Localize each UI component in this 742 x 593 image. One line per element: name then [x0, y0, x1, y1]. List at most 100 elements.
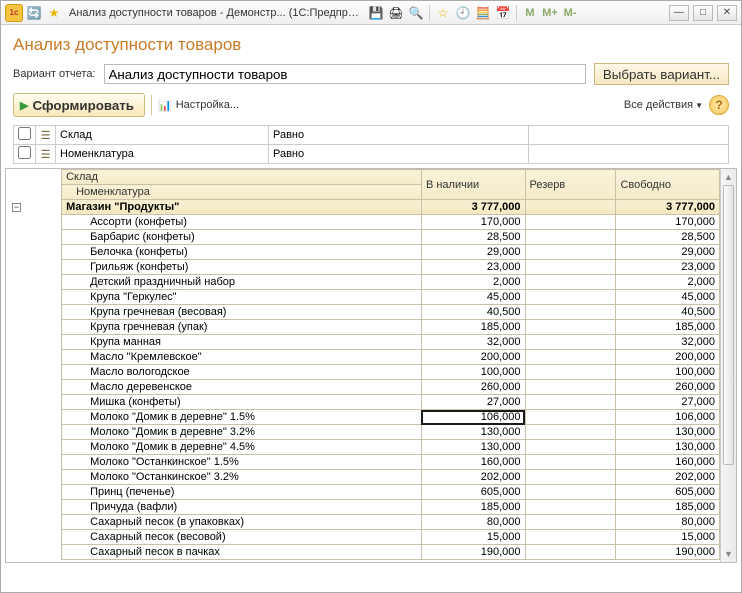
scroll-up-button[interactable]: ▲	[721, 169, 736, 185]
table-row[interactable]: Масло "Кремлевское"200,000200,000	[6, 350, 720, 365]
row-reserve[interactable]	[525, 305, 616, 320]
row-free[interactable]: 80,000	[616, 515, 720, 530]
row-in-stock[interactable]: 40,500	[421, 305, 525, 320]
calc-icon[interactable]: 🧮	[474, 4, 492, 22]
row-reserve[interactable]	[525, 320, 616, 335]
vertical-scrollbar[interactable]: ▲ ▼	[720, 169, 736, 562]
row-reserve[interactable]	[525, 530, 616, 545]
row-name[interactable]: Барбарис (конфеты)	[62, 230, 422, 245]
maximize-button[interactable]: □	[693, 5, 713, 21]
row-reserve[interactable]	[525, 545, 616, 560]
row-in-stock[interactable]: 80,000	[421, 515, 525, 530]
row-free[interactable]: 190,000	[616, 545, 720, 560]
row-reserve[interactable]	[525, 395, 616, 410]
row-reserve[interactable]	[525, 350, 616, 365]
row-in-stock[interactable]: 200,000	[421, 350, 525, 365]
memory-m-button[interactable]: M	[521, 4, 539, 22]
header-free[interactable]: Свободно	[616, 170, 720, 200]
row-free[interactable]: 202,000	[616, 470, 720, 485]
row-name[interactable]: Молоко "Останкинское" 1.5%	[62, 455, 422, 470]
table-row[interactable]: Молоко "Останкинское" 1.5%160,000160,000	[6, 455, 720, 470]
row-name[interactable]: Молоко "Домик в деревне" 1.5%	[62, 410, 422, 425]
all-actions-link[interactable]: Все действия ▼	[624, 99, 703, 111]
row-free[interactable]: 200,000	[616, 350, 720, 365]
table-row[interactable]: Масло деревенское260,000260,000	[6, 380, 720, 395]
filter-value[interactable]	[529, 126, 729, 145]
row-name[interactable]: Молоко "Останкинское" 3.2%	[62, 470, 422, 485]
row-reserve[interactable]	[525, 515, 616, 530]
form-report-button[interactable]: ▶ Сформировать	[13, 93, 145, 117]
settings-link[interactable]: 📊 Настройка...	[158, 99, 239, 112]
row-free[interactable]: 27,000	[616, 395, 720, 410]
table-row[interactable]: Молоко "Домик в деревне" 3.2%130,000130,…	[6, 425, 720, 440]
row-in-stock[interactable]: 160,000	[421, 455, 525, 470]
header-in-stock[interactable]: В наличии	[421, 170, 525, 200]
row-free[interactable]: 15,000	[616, 530, 720, 545]
row-in-stock[interactable]: 27,000	[421, 395, 525, 410]
row-name[interactable]: Белочка (конфеты)	[62, 245, 422, 260]
row-free[interactable]: 160,000	[616, 455, 720, 470]
row-in-stock[interactable]: 202,000	[421, 470, 525, 485]
row-name[interactable]: Масло деревенское	[62, 380, 422, 395]
row-name[interactable]: Крупа "Геркулес"	[62, 290, 422, 305]
row-in-stock[interactable]: 45,000	[421, 290, 525, 305]
row-free[interactable]: 40,500	[616, 305, 720, 320]
star-icon[interactable]: ☆	[434, 4, 452, 22]
row-in-stock[interactable]: 260,000	[421, 380, 525, 395]
row-free[interactable]: 32,000	[616, 335, 720, 350]
scroll-track[interactable]	[721, 185, 736, 546]
row-name[interactable]: Ассорти (конфеты)	[62, 215, 422, 230]
table-row[interactable]: Сахарный песок (весовой)15,00015,000	[6, 530, 720, 545]
table-row[interactable]: Масло вологодское100,000100,000	[6, 365, 720, 380]
row-free[interactable]: 605,000	[616, 485, 720, 500]
row-reserve[interactable]	[525, 485, 616, 500]
row-in-stock[interactable]: 2,000	[421, 275, 525, 290]
row-in-stock[interactable]: 23,000	[421, 260, 525, 275]
row-name[interactable]: Масло вологодское	[62, 365, 422, 380]
table-row[interactable]: Сахарный песок в пачках190,000190,000	[6, 545, 720, 560]
filter-checkbox[interactable]	[14, 145, 36, 164]
row-free[interactable]: 170,000	[616, 215, 720, 230]
row-name[interactable]: Принц (печенье)	[62, 485, 422, 500]
print-icon[interactable]: 🖨	[387, 4, 405, 22]
table-row[interactable]: Мишка (конфеты)27,00027,000	[6, 395, 720, 410]
filter-value[interactable]	[529, 145, 729, 164]
row-free[interactable]: 130,000	[616, 425, 720, 440]
row-name[interactable]: Мишка (конфеты)	[62, 395, 422, 410]
row-reserve[interactable]	[525, 335, 616, 350]
row-in-stock[interactable]: 190,000	[421, 545, 525, 560]
row-in-stock[interactable]: 28,500	[421, 230, 525, 245]
row-reserve[interactable]	[525, 245, 616, 260]
row-reserve[interactable]	[525, 425, 616, 440]
row-reserve[interactable]	[525, 290, 616, 305]
table-row[interactable]: Ассорти (конфеты)170,000170,000	[6, 215, 720, 230]
row-reserve[interactable]	[525, 365, 616, 380]
row-free[interactable]: 106,000	[616, 410, 720, 425]
row-name[interactable]: Масло "Кремлевское"	[62, 350, 422, 365]
row-in-stock[interactable]: 185,000	[421, 500, 525, 515]
filter-condition[interactable]: Равно	[269, 126, 529, 145]
row-reserve[interactable]	[525, 260, 616, 275]
row-free[interactable]: 45,000	[616, 290, 720, 305]
table-row[interactable]: Крупа гречневая (упак)185,000185,000	[6, 320, 720, 335]
save-icon[interactable]: 💾	[367, 4, 385, 22]
row-name[interactable]: Молоко "Домик в деревне" 4.5%	[62, 440, 422, 455]
row-name[interactable]: Сахарный песок в пачках	[62, 545, 422, 560]
table-row[interactable]: Крупа гречневая (весовая)40,50040,500	[6, 305, 720, 320]
table-row[interactable]: Белочка (конфеты)29,00029,000	[6, 245, 720, 260]
row-name[interactable]: Причуда (вафли)	[62, 500, 422, 515]
row-name[interactable]: Крупа гречневая (упак)	[62, 320, 422, 335]
row-in-stock[interactable]: 130,000	[421, 425, 525, 440]
row-reserve[interactable]	[525, 230, 616, 245]
row-in-stock[interactable]: 605,000	[421, 485, 525, 500]
help-button[interactable]: ?	[709, 95, 729, 115]
row-reserve[interactable]	[525, 470, 616, 485]
favorite-icon[interactable]: ★	[45, 4, 63, 22]
row-free[interactable]: 28,500	[616, 230, 720, 245]
select-variant-button[interactable]: Выбрать вариант...	[594, 63, 729, 85]
table-row[interactable]: Молоко "Домик в деревне" 1.5%106,000106,…	[6, 410, 720, 425]
row-free[interactable]: 130,000	[616, 440, 720, 455]
row-in-stock[interactable]: 15,000	[421, 530, 525, 545]
header-reserve[interactable]: Резерв	[525, 170, 616, 200]
row-reserve[interactable]	[525, 410, 616, 425]
